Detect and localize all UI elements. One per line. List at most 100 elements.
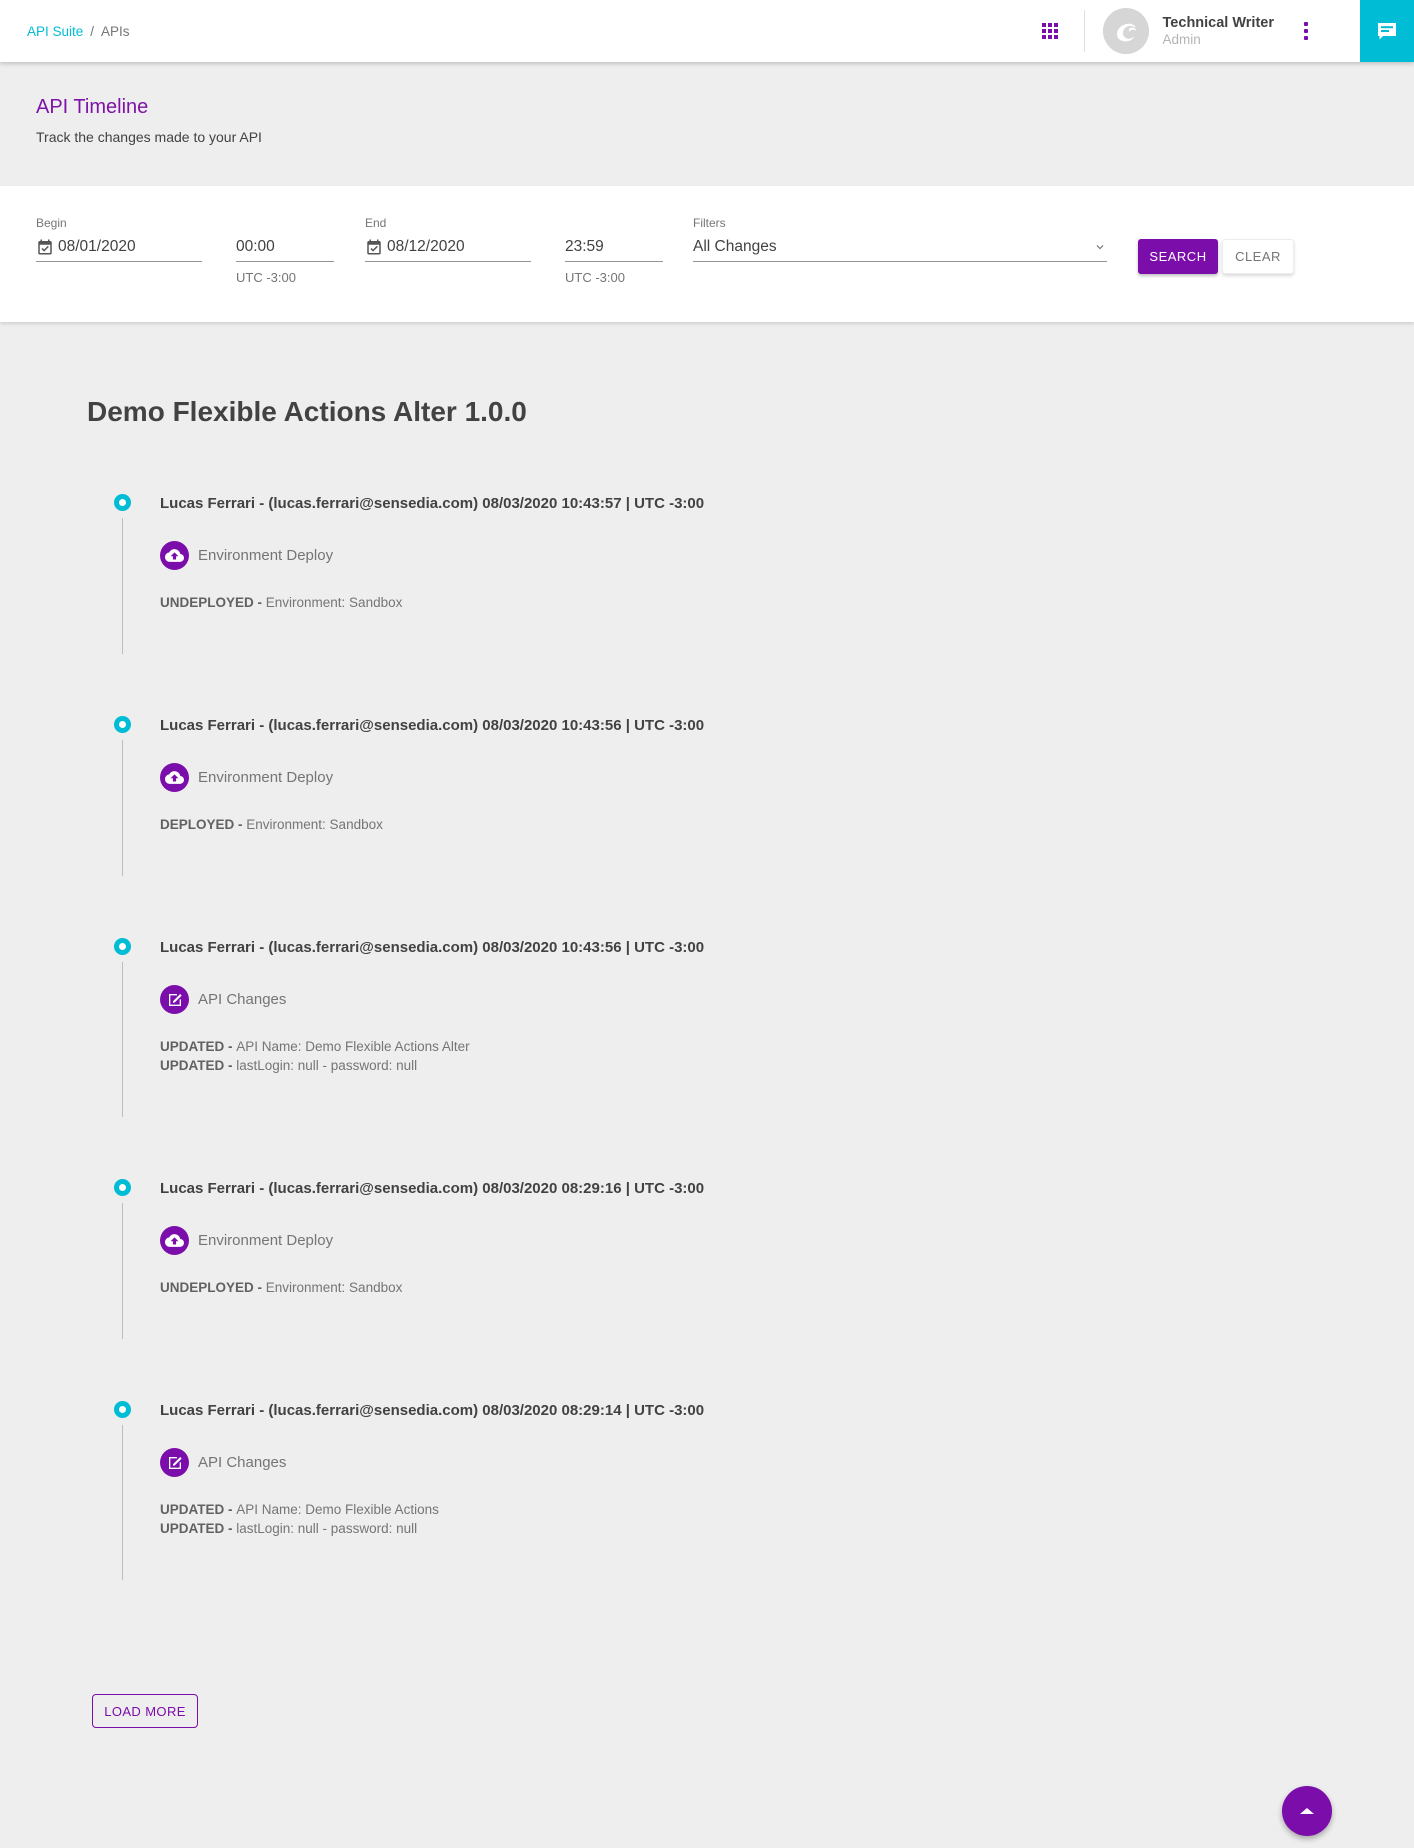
entry-detail-line: UPDATED - API Name: Demo Flexible Action… <box>160 1500 704 1519</box>
chat-button[interactable] <box>1360 0 1414 62</box>
entry-details: UNDEPLOYED - Environment: Sandbox <box>160 1278 704 1297</box>
timeline-rail <box>114 494 131 654</box>
timeline-line <box>122 740 123 876</box>
timeline-bullet-icon <box>114 1401 131 1418</box>
avatar[interactable] <box>1103 8 1149 54</box>
entry-detail-line: DEPLOYED - Environment: Sandbox <box>160 815 704 834</box>
load-more-button[interactable]: LOAD MORE <box>92 1694 198 1728</box>
begin-time-input[interactable]: 00:00 <box>236 238 334 262</box>
scroll-to-top-button[interactable] <box>1282 1786 1332 1836</box>
topbar: API Suite / APIs Technical Writer Admin <box>0 0 1414 62</box>
more-options-icon[interactable] <box>1300 18 1312 44</box>
clear-button[interactable]: CLEAR <box>1222 239 1294 274</box>
timeline-rail <box>114 1401 131 1580</box>
timeline-entry: Lucas Ferrari - (lucas.ferrari@sensedia.… <box>114 1179 1414 1339</box>
entry-author: Lucas Ferrari - (lucas.ferrari@sensedia.… <box>160 495 704 512</box>
timeline-entries: Lucas Ferrari - (lucas.ferrari@sensedia.… <box>87 494 1414 1580</box>
page-header: API Timeline Track the changes made to y… <box>0 62 1414 186</box>
begin-time-value: 00:00 <box>236 238 275 256</box>
timeline-bullet-icon <box>114 938 131 955</box>
filters-selected-value: All Changes <box>693 238 777 256</box>
entry-action-label: API Changes <box>198 1454 286 1471</box>
timeline-line <box>122 518 123 654</box>
entry-action-label: Environment Deploy <box>198 769 333 786</box>
entry-author: Lucas Ferrari - (lucas.ferrari@sensedia.… <box>160 1402 704 1419</box>
entry-details: DEPLOYED - Environment: Sandbox <box>160 815 704 834</box>
timeline-entry: Lucas Ferrari - (lucas.ferrari@sensedia.… <box>114 1401 1414 1580</box>
calendar-icon[interactable] <box>36 238 54 256</box>
breadcrumb: API Suite / APIs <box>0 24 130 39</box>
end-date-group: End 08/12/2020 <box>365 216 531 262</box>
entry-author: Lucas Ferrari - (lucas.ferrari@sensedia.… <box>160 717 704 734</box>
entry-detail-line: UNDEPLOYED - Environment: Sandbox <box>160 1278 704 1297</box>
user-name: Technical Writer <box>1163 14 1274 32</box>
entry-author: Lucas Ferrari - (lucas.ferrari@sensedia.… <box>160 939 704 956</box>
end-label: End <box>365 216 531 230</box>
entry-details: UPDATED - API Name: Demo Flexible Action… <box>160 1500 704 1538</box>
page-title: API Timeline <box>36 96 1378 119</box>
begin-time-group: 00:00 UTC -3:00 <box>236 216 334 285</box>
sensedia-logo-icon <box>1103 8 1149 54</box>
timeline-rail <box>114 716 131 876</box>
entry-action-row: Environment Deploy <box>160 541 704 570</box>
begin-date-value: 08/01/2020 <box>58 238 136 256</box>
edit-icon <box>160 1448 189 1477</box>
breadcrumb-apis: APIs <box>101 24 130 39</box>
cloud-upload-icon <box>160 541 189 570</box>
end-date-value: 08/12/2020 <box>387 238 465 256</box>
timeline-rail <box>114 938 131 1117</box>
edit-icon <box>160 985 189 1014</box>
breadcrumb-separator: / <box>90 24 94 39</box>
timeline-entry: Lucas Ferrari - (lucas.ferrari@sensedia.… <box>114 938 1414 1117</box>
timeline-entry: Lucas Ferrari - (lucas.ferrari@sensedia.… <box>114 716 1414 876</box>
apps-grid-icon[interactable] <box>1042 23 1058 39</box>
timeline-line <box>122 1425 123 1580</box>
begin-date-group: Begin 08/01/2020 <box>36 216 202 262</box>
filters-label: Filters <box>693 216 1107 230</box>
entry-detail-line: UPDATED - lastLogin: null - password: nu… <box>160 1056 704 1075</box>
user-block: Technical Writer Admin <box>1163 14 1274 49</box>
end-date-input[interactable]: 08/12/2020 <box>365 238 531 262</box>
end-time-group: 23:59 UTC -3:00 <box>565 216 663 285</box>
chevron-down-icon[interactable] <box>1093 240 1107 254</box>
entry-action-row: Environment Deploy <box>160 1226 704 1255</box>
cloud-upload-icon <box>160 1226 189 1255</box>
end-timezone: UTC -3:00 <box>565 270 663 285</box>
entry-action-label: Environment Deploy <box>198 547 333 564</box>
entry-action-row: API Changes <box>160 1448 704 1477</box>
user-role: Admin <box>1163 32 1274 49</box>
entry-action-label: API Changes <box>198 991 286 1008</box>
entry-action-row: API Changes <box>160 985 704 1014</box>
timeline-bullet-icon <box>114 494 131 511</box>
chat-icon <box>1375 19 1399 43</box>
entry-details: UNDEPLOYED - Environment: Sandbox <box>160 593 704 612</box>
topbar-divider <box>1084 10 1085 52</box>
breadcrumb-api-suite[interactable]: API Suite <box>27 24 83 39</box>
end-time-input[interactable]: 23:59 <box>565 238 663 262</box>
entry-detail-line: UNDEPLOYED - Environment: Sandbox <box>160 593 704 612</box>
end-time-value: 23:59 <box>565 238 604 256</box>
entry-details: UPDATED - API Name: Demo Flexible Action… <box>160 1037 704 1075</box>
entry-author: Lucas Ferrari - (lucas.ferrari@sensedia.… <box>160 1180 704 1197</box>
timeline-line <box>122 962 123 1117</box>
entry-detail-line: UPDATED - API Name: Demo Flexible Action… <box>160 1037 704 1056</box>
begin-label: Begin <box>36 216 202 230</box>
timeline-line <box>122 1203 123 1339</box>
timeline-bullet-icon <box>114 716 131 733</box>
begin-timezone: UTC -3:00 <box>236 270 334 285</box>
search-button[interactable]: SEARCH <box>1138 239 1218 274</box>
api-version-title: Demo Flexible Actions Alter 1.0.0 <box>87 396 1414 428</box>
entry-action-row: Environment Deploy <box>160 763 704 792</box>
calendar-icon[interactable] <box>365 238 383 256</box>
filters-group: Filters All Changes <box>693 216 1107 262</box>
filter-bar: Begin 08/01/2020 00:00 UTC -3:00 End 08/… <box>0 186 1414 322</box>
filters-select[interactable]: All Changes <box>693 238 1107 262</box>
page-subtitle: Track the changes made to your API <box>36 129 1378 145</box>
arrow-up-icon <box>1300 1808 1314 1814</box>
entry-action-label: Environment Deploy <box>198 1232 333 1249</box>
timeline-bullet-icon <box>114 1179 131 1196</box>
timeline-rail <box>114 1179 131 1339</box>
entry-detail-line: UPDATED - lastLogin: null - password: nu… <box>160 1519 704 1538</box>
begin-date-input[interactable]: 08/01/2020 <box>36 238 202 262</box>
filter-buttons: SEARCH CLEAR <box>1138 216 1294 274</box>
